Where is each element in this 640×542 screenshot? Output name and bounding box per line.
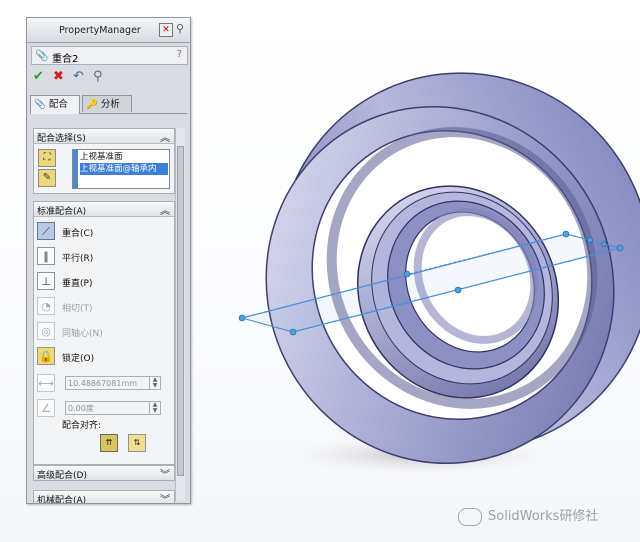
expand-chevron-icon[interactable]: ︾ [160,466,170,481]
panel-title-bar: PropertyManager ✕ ⚲ [27,18,190,43]
spinner-icon[interactable]: ▲ ▼ [149,402,160,414]
mate-selection-list[interactable]: 上视基准面 上视基准面@轴承内 [72,149,170,189]
list-item[interactable]: 上视基准面 [80,151,168,163]
entities-icon: ⛶ [38,149,56,167]
section-title: 机械配合(A) [37,496,87,504]
tab-analysis[interactable]: 🔑 分析 [82,95,132,112]
mate-ref-icon: ✎ [38,169,56,187]
section-title: 配合选择(S) [37,134,86,144]
plane-handle[interactable] [238,314,246,322]
mate-label: 垂直(P) [62,279,93,289]
lock-icon[interactable]: 🔒 [37,347,55,365]
anti-aligned-button[interactable]: ⇅ [128,434,146,452]
distance-icon: ⟷ [37,374,55,392]
plane-handle[interactable] [454,286,462,294]
undo-icon[interactable]: ↶ [73,69,84,85]
standard-mates-section: 标准配合(A) ︽ ⟋ 重合(C) ∥ 平行(R) ⊥ 垂直(P) ◔ 相切(T… [33,201,175,465]
distance-input[interactable]: 10.48867081mm ▲ ▼ [65,376,161,390]
feature-header: 📎 重合2 ? [31,46,188,65]
angle-icon: ∠ [37,399,55,417]
spinner-icon[interactable]: ▲ ▼ [149,377,160,389]
mate-selections-section: 配合选择(S) ︽ ⛶ ✎ 上视基准面 上视基准面@轴承内 [33,128,175,194]
perpendicular-icon[interactable]: ⊥ [37,272,55,290]
plane-handle[interactable] [562,230,570,238]
mate-lock[interactable]: 🔒 锁定(O) [37,347,171,367]
distance-value: 10.48867081mm [68,379,138,388]
cancel-x-icon[interactable]: ✖ [53,69,64,85]
pin-icon[interactable]: ⚲ [174,23,186,35]
mate-label: 平行(R) [62,254,94,264]
paperclip-icon: 📎 [34,99,46,110]
help-button[interactable]: ? [177,49,182,60]
watermark: SolidWorks研修社 [458,505,598,526]
tab-analysis-label: 分析 [100,99,120,110]
angle-value: 0.00度 [68,404,94,413]
ok-check-icon[interactable]: ✔ [33,69,44,85]
plane-handle[interactable] [403,270,411,278]
expand-chevron-icon[interactable]: ︾ [160,491,170,503]
mate-label: 相切(T) [62,304,93,314]
advanced-mates-section[interactable]: 高级配合(D) ︾ [33,465,175,481]
coincident-icon[interactable]: ⟋ [37,222,55,240]
alignment-label: 配合对齐: [62,421,102,431]
mechanical-mates-section[interactable]: 机械配合(A) ︾ [33,490,175,504]
plane-handle[interactable] [601,241,607,247]
angle-input[interactable]: 0.00度 ▲ ▼ [65,401,161,415]
parallel-icon[interactable]: ∥ [37,247,55,265]
section-title: 高级配合(D) [37,471,87,481]
feature-name: 重合2 [52,54,79,65]
close-icon[interactable]: ✕ [159,23,173,37]
tab-mates[interactable]: 📎 配合 [30,95,80,114]
watermark-text: SolidWorks研修社 [488,509,599,524]
property-manager-panel: PropertyManager ✕ ⚲ 📎 重合2 ? ✔ ✖ ↶ ⚲ 📎 配合 … [26,17,191,504]
mate-perpendicular[interactable]: ⊥ 垂直(P) [37,272,171,292]
key-icon: 🔑 [86,99,98,110]
mate-label: 同轴心(N) [62,329,103,339]
panel-scrollbar[interactable] [175,128,185,501]
mate-label: 锁定(O) [62,354,95,364]
pushpin-icon[interactable]: ⚲ [93,69,103,85]
panel-title: PropertyManager [59,25,141,36]
collapse-chevron-icon[interactable]: ︽ [160,129,170,144]
list-item[interactable]: 上视基准面@轴承内 [80,163,168,175]
concentric-icon[interactable]: ◎ [37,322,55,340]
selection-marker [73,150,78,188]
mate-feature-icon: 📎 [35,49,49,62]
mate-concentric[interactable]: ◎ 同轴心(N) [37,322,171,342]
plane-handle[interactable] [587,237,593,243]
collapse-chevron-icon[interactable]: ︽ [160,202,170,217]
tab-mates-label: 配合 [48,99,68,110]
mate-parallel[interactable]: ∥ 平行(R) [37,247,171,267]
mate-label: 重合(C) [62,229,94,239]
section-title: 标准配合(A) [37,207,87,217]
section-header[interactable]: 配合选择(S) ︽ [34,129,174,144]
scrollbar-thumb[interactable] [177,146,184,476]
mate-tangent[interactable]: ◔ 相切(T) [37,297,171,317]
aligned-button[interactable]: ⇈ [100,434,118,452]
plane-handle[interactable] [289,328,297,336]
wechat-icon [458,507,482,526]
mate-coincident[interactable]: ⟋ 重合(C) [37,222,171,242]
plane-handle[interactable] [616,244,624,252]
tangent-icon[interactable]: ◔ [37,297,55,315]
section-header[interactable]: 标准配合(A) ︽ [34,202,174,217]
panel-tabs: 📎 配合 🔑 分析 [30,95,187,114]
